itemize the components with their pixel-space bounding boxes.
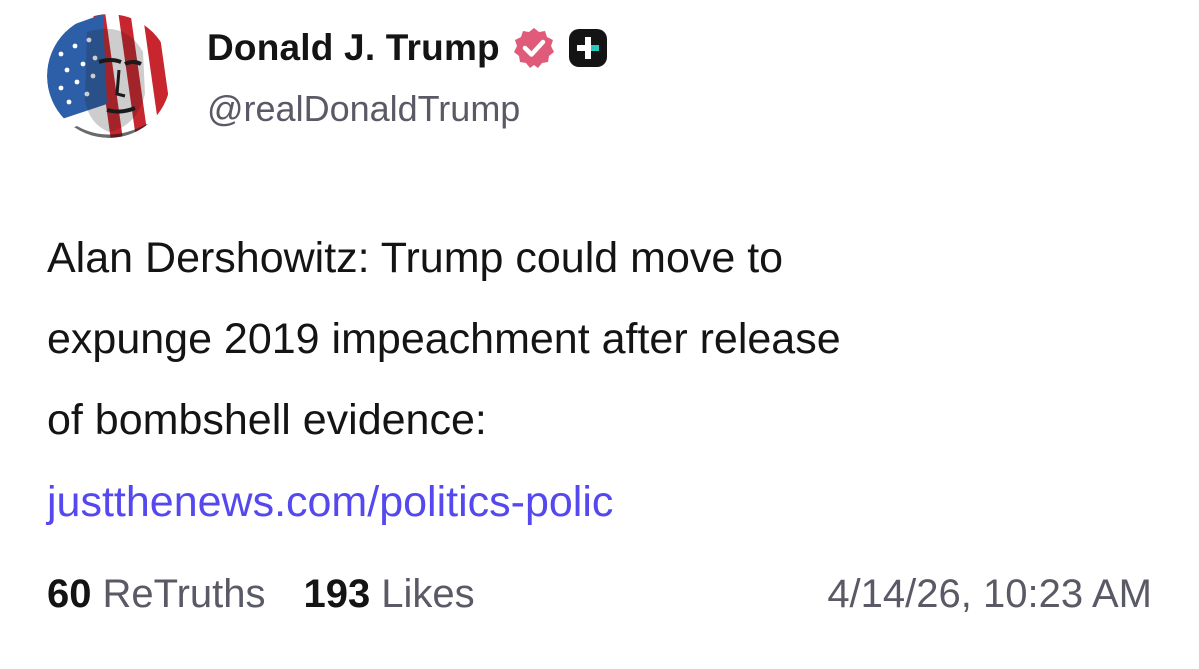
retruths-stat[interactable]: 60 ReTruths: [47, 572, 266, 617]
retruths-label: ReTruths: [102, 572, 266, 616]
truth-plus-icon: [568, 28, 608, 68]
truth-post: Donald J. Trump @realDonaldTrump Alan De…: [0, 0, 1199, 669]
post-stats: 60 ReTruths 193 Likes: [47, 572, 475, 617]
user-handle[interactable]: @realDonaldTrump: [207, 88, 520, 130]
retruths-count: 60: [47, 572, 92, 616]
post-text-line: of bombshell evidence:: [47, 396, 487, 444]
avatar[interactable]: [47, 14, 171, 138]
likes-stat[interactable]: 193 Likes: [304, 572, 475, 617]
verified-badge-icon: [512, 26, 556, 70]
display-name[interactable]: Donald J. Trump: [207, 27, 500, 69]
post-text-line: Alan Dershowitz: Trump could move to: [47, 234, 784, 282]
post-body: Alan Dershowitz: Trump could move to exp…: [47, 218, 1157, 461]
likes-count: 193: [303, 572, 371, 616]
author-line: Donald J. Trump: [207, 24, 608, 72]
flag-portrait-avatar-icon: [47, 14, 171, 138]
post-link[interactable]: justthenews.com/politics-polic: [47, 462, 613, 543]
likes-label: Likes: [381, 572, 475, 616]
post-text-line: expunge 2019 impeachment after release: [47, 315, 841, 363]
post-timestamp: 4/14/26, 10:23 AM: [827, 572, 1152, 616]
